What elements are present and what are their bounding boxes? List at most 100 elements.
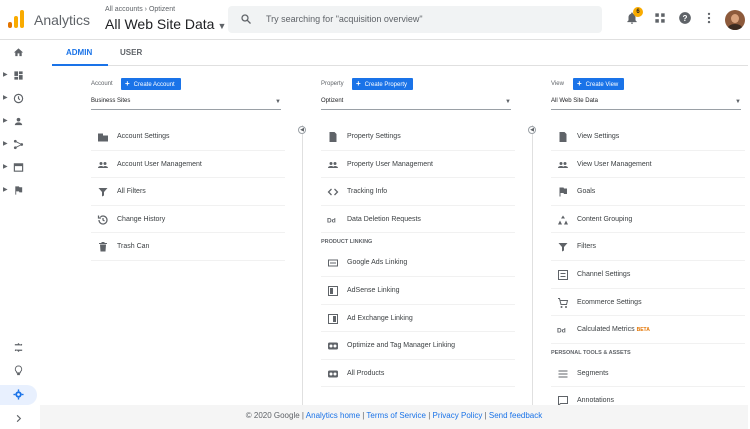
view-column-selector[interactable]: All Web Site Data ▼ — [551, 98, 741, 110]
item-label: Property Settings — [347, 133, 401, 140]
property-selector[interactable]: Optizent ▼ — [321, 98, 511, 110]
avatar[interactable] — [725, 10, 745, 30]
notifications-button[interactable]: 6 — [625, 7, 643, 27]
beta-badge: BETA — [636, 327, 650, 334]
analytics-home-link[interactable]: Analytics home — [306, 411, 360, 420]
adexchange-icon — [328, 313, 338, 324]
item-label: Data Deletion Requests — [347, 215, 421, 223]
attribution-icon — [14, 342, 23, 353]
google-ads-linking-item[interactable]: Google Ads Linking — [321, 249, 515, 277]
view-settings-item[interactable]: View Settings — [551, 123, 745, 151]
create-property-button[interactable]: + Create Property — [352, 78, 414, 90]
segments-item[interactable]: Segments — [551, 360, 745, 388]
create-account-button[interactable]: + Create Account — [121, 78, 181, 90]
clock-icon — [13, 93, 24, 104]
nav-audience[interactable]: ▶ — [0, 112, 37, 132]
tab-user[interactable]: USER — [120, 48, 142, 57]
trash-icon — [99, 242, 107, 252]
goals-item[interactable]: Goals — [551, 178, 745, 206]
top-bar: Analytics All accounts › Optizent All We… — [0, 0, 750, 40]
view-user-management-item[interactable]: View User Management — [551, 151, 745, 179]
notification-count-badge: 6 — [633, 7, 643, 17]
view-label: View — [551, 81, 564, 87]
property-settings-item[interactable]: Property Settings — [321, 123, 515, 151]
caret-down-icon: ▼ — [275, 99, 281, 105]
dd-icon: Dd — [557, 328, 566, 335]
expand-arrow-icon: ▶ — [3, 118, 8, 124]
nav-discover[interactable] — [0, 361, 37, 381]
item-label: Ecommerce Settings — [577, 298, 642, 306]
nav-expand[interactable] — [0, 409, 37, 429]
ads-icon — [328, 259, 338, 267]
app-name: Analytics — [34, 12, 91, 28]
search-box[interactable]: Try searching for "acquisition overview" — [228, 6, 602, 33]
users-icon — [98, 161, 108, 168]
tab-admin[interactable]: ADMIN — [66, 48, 92, 57]
channel-settings-item[interactable]: Channel Settings — [551, 261, 745, 289]
data-deletion-requests-item[interactable]: Dd Data Deletion Requests — [321, 206, 515, 234]
item-label: All Products — [347, 369, 385, 377]
create-property-label: Create Property — [364, 82, 408, 88]
adsense-linking-item[interactable]: AdSense Linking — [321, 277, 515, 305]
property-user-management-item[interactable]: Property User Management — [321, 151, 515, 179]
nav-behavior[interactable]: ▶ — [0, 158, 37, 178]
adsense-icon — [328, 285, 338, 296]
nav-customization[interactable]: ▶ — [0, 66, 37, 86]
item-label: Channel Settings — [577, 270, 631, 278]
tracking-info-item[interactable]: Tracking Info — [321, 178, 515, 206]
all-filters-item[interactable]: All Filters — [91, 178, 285, 206]
item-label: Segments — [577, 369, 609, 377]
item-label: View Settings — [577, 133, 620, 140]
plus-icon: + — [577, 79, 582, 88]
ecommerce-settings-item[interactable]: Ecommerce Settings — [551, 289, 745, 317]
caret-down-icon: ▼ — [505, 99, 511, 105]
account-selector[interactable]: Business Sites ▼ — [91, 98, 281, 110]
svg-text:Dd: Dd — [327, 217, 336, 224]
ad-exchange-linking-item[interactable]: Ad Exchange Linking — [321, 305, 515, 333]
view-selected: All Web Site Data — [551, 98, 598, 104]
analytics-logo-icon[interactable] — [8, 10, 24, 28]
flag-icon — [559, 187, 567, 197]
calculated-metrics-item[interactable]: Dd Calculated Metrics BETA — [551, 316, 745, 344]
send-feedback-link[interactable]: Send feedback — [489, 411, 542, 420]
filters-item[interactable]: Filters — [551, 233, 745, 261]
help-button[interactable]: ? — [678, 11, 694, 27]
change-history-item[interactable]: Change History — [91, 206, 285, 234]
nav-conversions[interactable]: ▶ — [0, 181, 37, 201]
account-settings-item[interactable]: Account Settings — [91, 123, 285, 151]
active-tab-indicator — [52, 64, 108, 66]
item-label: Goals — [577, 188, 596, 196]
item-label: Google Ads Linking — [347, 259, 408, 267]
collapse-property-icon[interactable]: ◀ — [528, 126, 536, 134]
view-selector[interactable]: All Web Site Data ▼ — [105, 16, 226, 32]
channel-icon — [558, 269, 568, 280]
expand-arrow-icon: ▶ — [3, 164, 8, 170]
left-nav: ▶ ▶ ▶ ▶ ▶ ▶ — [0, 40, 37, 429]
trash-can-item[interactable]: Trash Can — [91, 233, 285, 261]
terms-of-service-link[interactable]: Terms of Service — [366, 411, 426, 420]
optimize-tag-manager-linking-item[interactable]: Optimize and Tag Manager Linking — [321, 332, 515, 360]
footer: © 2020 Google | Analytics home | Terms o… — [40, 405, 748, 429]
create-view-button[interactable]: + Create View — [573, 78, 625, 90]
nav-attribution[interactable] — [0, 338, 37, 358]
nav-admin[interactable] — [0, 385, 37, 405]
doc-icon — [329, 132, 337, 142]
apps-button[interactable] — [653, 11, 669, 27]
collapse-account-icon[interactable]: ◀ — [298, 126, 306, 134]
more-options-button[interactable] — [702, 11, 718, 27]
item-label: Account User Management — [117, 160, 202, 168]
item-label: Optimize and Tag Manager Linking — [347, 342, 456, 350]
content-grouping-item[interactable]: Content Grouping — [551, 206, 745, 234]
svg-text:Dd: Dd — [557, 328, 566, 335]
more-vert-icon — [707, 12, 711, 24]
breadcrumb[interactable]: All accounts › Optizent — [105, 6, 175, 13]
privacy-policy-link[interactable]: Privacy Policy — [433, 411, 483, 420]
nav-acquisition[interactable]: ▶ — [0, 135, 37, 155]
nav-realtime[interactable]: ▶ — [0, 89, 37, 109]
users-icon — [328, 161, 338, 168]
segments-icon — [558, 370, 568, 378]
account-user-management-item[interactable]: Account User Management — [91, 151, 285, 179]
search-icon — [241, 14, 251, 24]
all-products-item[interactable]: All Products — [321, 360, 515, 388]
nav-home[interactable] — [0, 43, 37, 63]
